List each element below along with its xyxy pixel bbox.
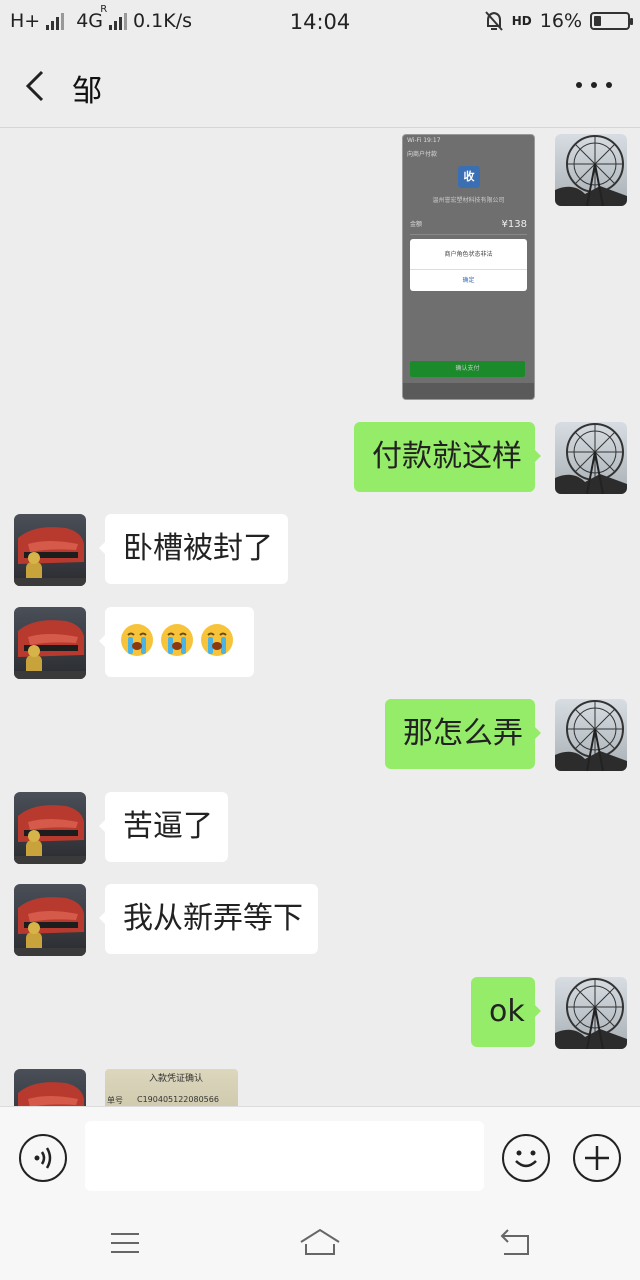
contact-avatar[interactable] (14, 884, 86, 956)
input-bar (0, 1106, 640, 1206)
return-icon[interactable] (498, 1226, 532, 1260)
battery-icon (590, 12, 633, 30)
status-right: HD 16% (484, 10, 633, 32)
my-avatar[interactable] (555, 134, 627, 206)
system-nav-bar (0, 1206, 640, 1280)
home-icon[interactable] (298, 1226, 342, 1260)
confirm-pay-button: 确认支付 (410, 361, 525, 377)
my-avatar[interactable] (555, 699, 627, 771)
my-avatar[interactable] (555, 977, 627, 1049)
chat-header: 邹 (0, 44, 640, 128)
contact-avatar[interactable] (14, 514, 86, 586)
voice-button[interactable] (19, 1134, 67, 1182)
contact-avatar[interactable] (14, 792, 86, 864)
dialog-ok-button: 确定 (410, 269, 527, 291)
error-dialog: 商户角色状态非法 确定 (410, 239, 527, 291)
dialog-message: 商户角色状态非法 (444, 251, 493, 258)
message-bubble-out[interactable]: 那怎么弄 (385, 699, 541, 769)
contact-avatar[interactable] (14, 1069, 86, 1106)
payment-screenshot-image[interactable]: Wi-Fi 19:17 向商户付款 收 温州誉宏塑材科技有限公司 金额 ¥138… (402, 134, 535, 400)
plus-icon (585, 1146, 609, 1170)
amount-value: ¥138 (501, 219, 527, 230)
receipt-title: 入款凭证确认 (149, 1074, 204, 1084)
back-arrow-icon[interactable] (20, 64, 54, 108)
voice-icon (34, 1147, 52, 1169)
receipt-label: 单号 (107, 1096, 123, 1105)
menu-icon[interactable] (108, 1226, 142, 1260)
my-avatar[interactable] (555, 422, 627, 494)
more-icon[interactable] (576, 82, 612, 88)
message-input[interactable] (85, 1121, 484, 1191)
receipt-number: C190405122080566 (137, 1095, 219, 1104)
amount-label: 金额 (410, 221, 423, 228)
hd-mark: HD (511, 14, 532, 28)
battery-percent: 16% (539, 10, 582, 32)
crying-face-emoji (120, 622, 154, 657)
amount-row: 金额 ¥138 (410, 219, 527, 235)
crying-face-emoji (200, 622, 234, 657)
message-bubble-in[interactable]: 卧槽被封了 (99, 514, 288, 584)
message-bubble-in[interactable]: 苦逼了 (99, 792, 228, 862)
contact-avatar[interactable] (14, 607, 86, 679)
chat-title: 邹 (72, 74, 102, 109)
message-bubble-out[interactable]: ok (471, 977, 541, 1047)
merchant-logo-icon: 收 (458, 166, 480, 188)
receipt-image[interactable]: 入款凭证确认 单号 C190405122080566 (105, 1069, 238, 1106)
status-bar: H+ 4G R 0.1K/s 14:04 HD 16% (0, 0, 640, 44)
message-bubble-out[interactable]: 付款就这样 (354, 422, 541, 492)
crying-face-emoji (160, 622, 194, 657)
alarm-off-icon (485, 11, 503, 31)
message-bubble-in[interactable]: 我从新弄等下 (99, 884, 318, 954)
plus-button[interactable] (573, 1134, 621, 1182)
company-name: 温州誉宏塑材科技有限公司 (432, 197, 505, 204)
emoji-button[interactable] (502, 1134, 550, 1182)
chat-list[interactable]: Wi-Fi 19:17 向商户付款 收 温州誉宏塑材科技有限公司 金额 ¥138… (0, 129, 640, 1106)
image-nav-bar (403, 383, 534, 399)
message-bubble-in[interactable] (99, 607, 254, 677)
image-header-text: 向商户付款 (407, 151, 438, 158)
emoji-icon (515, 1150, 537, 1168)
